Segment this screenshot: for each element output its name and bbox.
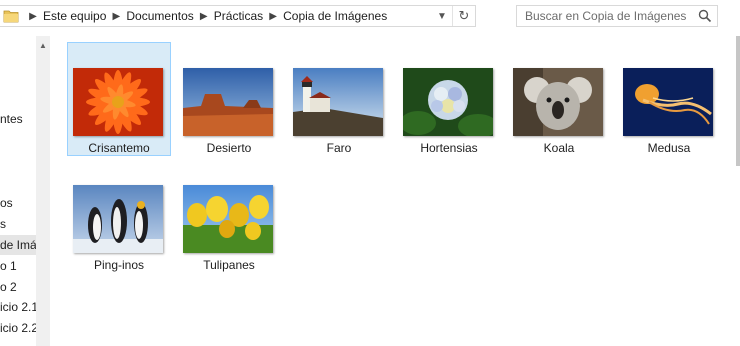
- file-item-hortensias[interactable]: Hortensias: [397, 42, 501, 156]
- desert-thumbnail: [183, 68, 273, 136]
- refresh-icon[interactable]: ↻: [452, 6, 475, 26]
- tulips-thumbnail: [183, 185, 273, 253]
- hydrangeas-thumbnail: [403, 68, 493, 136]
- chrysanthemum-thumbnail: [73, 68, 163, 136]
- search-input[interactable]: [517, 6, 693, 26]
- file-name: Desierto: [206, 141, 252, 155]
- content-scrollbar-thumb[interactable]: [736, 36, 740, 166]
- file-name: Faro: [326, 141, 352, 155]
- chevron-right-icon: ▶: [29, 10, 37, 22]
- nav-item[interactable]: o 2: [0, 280, 17, 294]
- lighthouse-thumbnail: [293, 68, 383, 136]
- file-view: Crisantemo Desierto Faro Hortensias Koal…: [50, 36, 740, 346]
- nav-item[interactable]: os: [0, 196, 13, 210]
- file-name: Medusa: [647, 141, 691, 155]
- file-item-medusa[interactable]: Medusa: [617, 42, 721, 156]
- address-bar[interactable]: ▶ Este equipo ▶ Documentos ▶ Prácticas ▶…: [0, 5, 476, 27]
- search-icon[interactable]: [698, 9, 712, 23]
- file-item-crisantemo[interactable]: Crisantemo: [67, 42, 171, 156]
- scroll-up-arrow-icon[interactable]: ▲: [36, 38, 50, 52]
- file-name: Tulipanes: [203, 258, 255, 272]
- file-name: Hortensias: [420, 141, 478, 155]
- breadcrumb: ▶ Este equipo ▶ Documentos ▶ Prácticas ▶…: [26, 6, 390, 26]
- file-item-ping-inos[interactable]: Ping-inos: [67, 159, 171, 273]
- folder-icon: [3, 10, 19, 23]
- chevron-right-icon[interactable]: ▶: [109, 11, 123, 22]
- file-item-faro[interactable]: Faro: [287, 42, 391, 156]
- nav-item-selected[interactable]: de Imá: [0, 235, 36, 255]
- crumb-este-equipo[interactable]: Este equipo: [40, 9, 109, 23]
- file-name: Crisantemo: [88, 141, 150, 155]
- file-name: Ping-inos: [93, 258, 145, 272]
- nav-item[interactable]: o 1: [0, 259, 17, 273]
- chevron-down-icon[interactable]: ▼: [430, 6, 453, 26]
- file-item-koala[interactable]: Koala: [507, 42, 611, 156]
- toolbar: ▶ Este equipo ▶ Documentos ▶ Prácticas ▶…: [0, 0, 740, 36]
- crumb-practicas[interactable]: Prácticas: [211, 9, 266, 23]
- crumb-copia-de-imagenes[interactable]: Copia de Imágenes: [280, 9, 390, 23]
- chevron-right-icon[interactable]: ▶: [266, 11, 280, 22]
- nav-item[interactable]: icio 2.2: [0, 321, 36, 335]
- file-item-desierto[interactable]: Desierto: [177, 42, 281, 156]
- nav-item[interactable]: s: [0, 217, 6, 231]
- nav-scrollbar[interactable]: ▲: [36, 36, 50, 346]
- file-name: Koala: [543, 141, 575, 155]
- koala-thumbnail: [513, 68, 603, 136]
- crumb-documentos[interactable]: Documentos: [123, 9, 196, 23]
- jellyfish-thumbnail: [623, 68, 713, 136]
- chevron-right-icon[interactable]: ▶: [197, 11, 211, 22]
- nav-item[interactable]: ntes: [0, 112, 23, 126]
- nav-item[interactable]: icio 2.1: [0, 300, 36, 314]
- search-box[interactable]: [516, 5, 718, 27]
- penguins-thumbnail: [73, 185, 163, 253]
- navigation-pane: ntes os s de Imá o 1 o 2 icio 2.1 icio 2…: [0, 36, 36, 346]
- file-item-tulipanes[interactable]: Tulipanes: [177, 159, 281, 273]
